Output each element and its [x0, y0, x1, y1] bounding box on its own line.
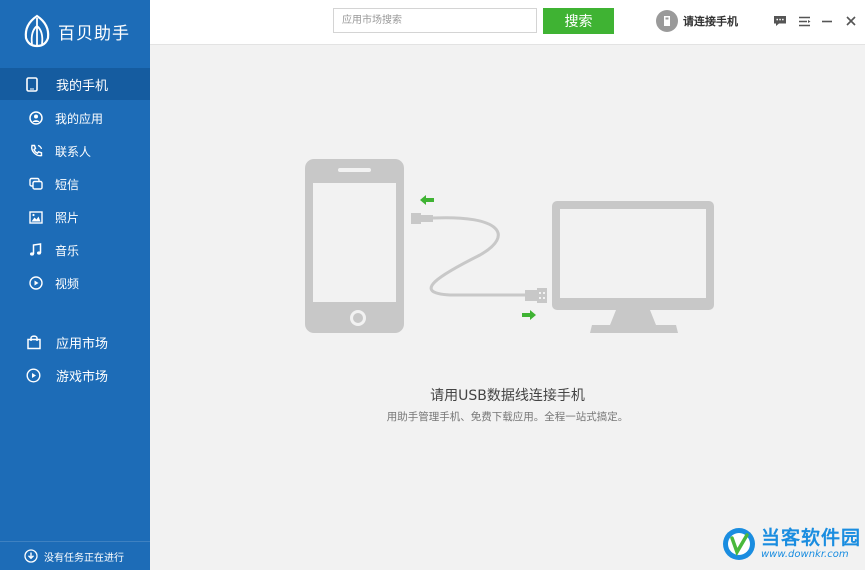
usb-cable-icon [411, 213, 547, 303]
sidebar-item-photos[interactable]: 照片 [0, 201, 150, 233]
search-button[interactable]: 搜索 [543, 8, 614, 34]
phone-device-icon [0, 76, 56, 92]
top-bar: 搜索 请连接手机 [150, 0, 865, 45]
app-logo: 百贝助手 [22, 14, 130, 48]
sidebar-item-label: 照片 [55, 210, 80, 225]
app-name: 百贝助手 [58, 23, 130, 44]
feedback-icon[interactable] [772, 13, 788, 29]
sidebar-item-label: 应用市场 [56, 336, 109, 352]
image-icon [0, 210, 55, 224]
phone-icon [0, 144, 55, 158]
menu-icon[interactable] [796, 13, 812, 29]
user-circle-icon [0, 111, 55, 125]
sidebar-item-game-market[interactable]: 游戏市场 [0, 359, 150, 391]
monitor-illustration-icon [552, 201, 714, 333]
sidebar-item-sms[interactable]: 短信 [0, 168, 150, 200]
watermark-logo-icon [722, 528, 755, 560]
logo-icon [24, 14, 50, 48]
sidebar-item-label: 短信 [55, 177, 80, 192]
phone-illustration-icon [305, 159, 404, 333]
arrow-left-icon [420, 195, 434, 205]
sidebar: 百贝助手 我的手机 我的应用 联系人 短信 照片 音乐 视频 应用市场 游戏市场… [0, 0, 150, 570]
search-input[interactable] [333, 8, 537, 33]
sidebar-item-video[interactable]: 视频 [0, 267, 150, 299]
play-circle-icon [0, 367, 56, 383]
play-circle-icon [0, 276, 55, 290]
connect-phone-label: 请连接手机 [683, 15, 738, 28]
sidebar-item-label: 视频 [55, 276, 80, 291]
message-icon [0, 177, 55, 191]
sd-card-icon [656, 10, 678, 32]
watermark: 当客软件园 www.downkr.com [721, 526, 861, 562]
connect-prompt-subtitle: 用助手管理手机、免费下载应用。全程一站式搞定。 [386, 411, 629, 423]
connect-phone-button[interactable]: 请连接手机 [656, 10, 738, 32]
sidebar-item-label: 我的手机 [56, 78, 109, 94]
sidebar-item-app-market[interactable]: 应用市场 [0, 326, 150, 358]
task-status-bar[interactable]: 没有任务正在进行 [0, 541, 150, 570]
usb-connection-illustration [300, 155, 720, 344]
arrow-right-icon [522, 310, 536, 320]
sidebar-item-label: 音乐 [55, 243, 80, 258]
sidebar-item-label: 联系人 [55, 144, 92, 159]
close-icon[interactable] [843, 13, 859, 29]
sidebar-item-contacts[interactable]: 联系人 [0, 135, 150, 167]
sidebar-item-my-phone[interactable]: 我的手机 [0, 68, 150, 100]
task-status-text: 没有任务正在进行 [44, 552, 124, 564]
bag-icon [0, 334, 56, 350]
minimize-icon[interactable] [819, 13, 835, 29]
sidebar-item-label: 我的应用 [55, 111, 104, 126]
watermark-url: www.downkr.com [760, 548, 849, 560]
download-icon [0, 549, 44, 563]
watermark-name: 当客软件园 [760, 527, 861, 550]
sidebar-item-label: 游戏市场 [56, 369, 109, 385]
music-icon [0, 243, 55, 257]
connect-prompt-title: 请用USB数据线连接手机 [430, 388, 585, 404]
sidebar-item-music[interactable]: 音乐 [0, 234, 150, 266]
sidebar-item-my-apps[interactable]: 我的应用 [0, 102, 150, 134]
